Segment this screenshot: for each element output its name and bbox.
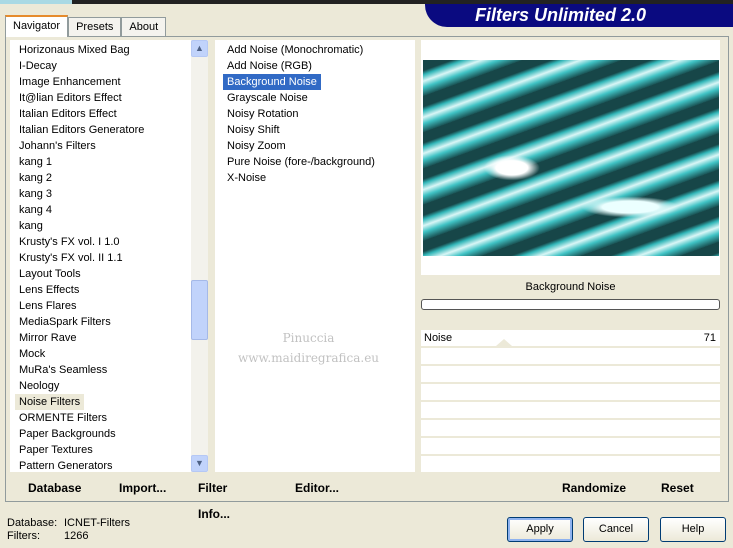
import-button[interactable]: Import... xyxy=(119,475,166,501)
preview-filter-name: Background Noise xyxy=(525,281,616,293)
tab-about[interactable]: About xyxy=(121,17,167,36)
category-item[interactable]: kang xyxy=(10,218,208,234)
category-item[interactable]: Neology xyxy=(10,378,208,394)
randomize-button[interactable]: Randomize xyxy=(562,475,626,501)
reset-button[interactable]: Reset xyxy=(661,475,694,501)
category-item[interactable]: kang 2 xyxy=(10,170,208,186)
param-empty xyxy=(421,420,720,436)
tab-presets[interactable]: Presets xyxy=(68,17,122,36)
param-empty xyxy=(421,366,720,382)
filters-label: Filters: xyxy=(7,530,40,542)
filter-item[interactable]: X-Noise xyxy=(215,170,415,186)
preview-panel xyxy=(421,40,720,275)
category-item[interactable]: kang 3 xyxy=(10,186,208,202)
filter-item[interactable]: Noisy Rotation xyxy=(215,106,415,122)
category-item[interactable]: kang 4 xyxy=(10,202,208,218)
watermark: Pinuccia www.maidiregrafica.eu xyxy=(238,331,380,365)
param-empty xyxy=(421,456,720,472)
filter-item[interactable]: Pure Noise (fore-/background) xyxy=(215,154,415,170)
filter-item[interactable]: Noisy Zoom xyxy=(215,138,415,154)
filter-item[interactable]: Add Noise (RGB) xyxy=(215,58,415,74)
parameter-list: Noise 71 xyxy=(421,330,720,474)
category-item[interactable]: MediaSpark Filters xyxy=(10,314,208,330)
category-item[interactable]: Horizonaus Mixed Bag xyxy=(10,42,208,58)
category-item[interactable]: kang 1 xyxy=(10,154,208,170)
status-info: Database: ICNET-Filters Filters: 1266 xyxy=(7,517,130,543)
database-button[interactable]: Database xyxy=(28,475,81,501)
filter-info-button[interactable]: Filter Info... xyxy=(198,475,230,527)
editor-button[interactable]: Editor... xyxy=(295,475,339,501)
category-item[interactable]: I-Decay xyxy=(10,58,208,74)
progress-bar xyxy=(421,299,720,310)
scroll-down-icon[interactable]: ▼ xyxy=(191,455,208,472)
filters-count: 1266 xyxy=(64,530,89,542)
scroll-up-icon[interactable]: ▲ xyxy=(191,40,208,57)
category-item[interactable]: Pattern Generators xyxy=(10,458,208,474)
category-item[interactable]: Mock xyxy=(10,346,208,362)
tab-bar: Navigator Presets About xyxy=(5,15,167,37)
param-value: 71 xyxy=(703,332,716,344)
filter-item[interactable]: Background Noise xyxy=(223,74,321,90)
param-noise-slider[interactable]: Noise 71 xyxy=(421,330,720,346)
filter-item[interactable]: Noisy Shift xyxy=(215,122,415,138)
database-label: Database: xyxy=(7,517,58,529)
param-empty xyxy=(421,438,720,454)
category-item[interactable]: Paper Textures xyxy=(10,442,208,458)
category-list[interactable]: Horizonaus Mixed Bag I-Decay Image Enhance… xyxy=(10,40,208,472)
category-item[interactable]: Paper Backgrounds xyxy=(10,426,208,442)
slider-thumb[interactable] xyxy=(496,339,513,346)
category-item[interactable]: Mirror Rave xyxy=(10,330,208,346)
category-item[interactable]: Noise Filters xyxy=(15,394,85,410)
category-item[interactable]: It@lian Editors Effect xyxy=(10,90,208,106)
category-item[interactable]: Layout Tools xyxy=(10,266,208,282)
help-button[interactable]: Help xyxy=(660,517,726,542)
tab-navigator[interactable]: Navigator xyxy=(5,15,69,37)
filter-item[interactable]: Grayscale Noise xyxy=(215,90,415,106)
scroll-thumb[interactable] xyxy=(191,280,208,340)
category-item[interactable]: Lens Flares xyxy=(10,298,208,314)
category-item[interactable]: Italian Editors Effect xyxy=(10,106,208,122)
category-item[interactable]: Krusty's FX vol. II 1.1 xyxy=(10,250,208,266)
cancel-button[interactable]: Cancel xyxy=(583,517,649,542)
category-item[interactable]: Krusty's FX vol. I 1.0 xyxy=(10,234,208,250)
category-item[interactable]: Johann's Filters xyxy=(10,138,208,154)
category-scrollbar[interactable]: ▲ ▼ xyxy=(191,40,208,472)
app-banner: Filters Unlimited 2.0 xyxy=(425,4,733,27)
filter-item[interactable]: Add Noise (Monochromatic) xyxy=(215,42,415,58)
category-item[interactable]: Image Enhancement xyxy=(10,74,208,90)
category-item[interactable]: ORMENTE Filters xyxy=(10,410,208,426)
param-empty xyxy=(421,384,720,400)
database-value: ICNET-Filters xyxy=(64,517,130,529)
preview-image xyxy=(423,60,719,256)
category-item[interactable]: Italian Editors Generatore xyxy=(10,122,208,138)
apply-button[interactable]: Apply xyxy=(507,517,573,542)
param-label: Noise xyxy=(424,332,453,344)
category-item[interactable]: MuRa's Seamless xyxy=(10,362,208,378)
filter-list[interactable]: Add Noise (Monochromatic) Add Noise (RGB)… xyxy=(215,40,415,472)
category-item[interactable]: Lens Effects xyxy=(10,282,208,298)
param-empty xyxy=(421,402,720,418)
param-empty xyxy=(421,348,720,364)
